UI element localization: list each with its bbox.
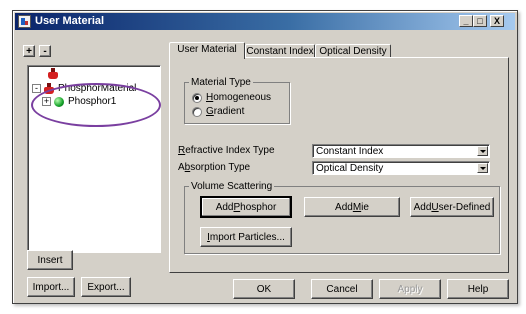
gradient-radio[interactable] <box>192 107 202 117</box>
cancel-button[interactable]: Cancel <box>311 279 373 299</box>
collapse-all-button[interactable]: - <box>39 45 51 57</box>
insert-button[interactable]: Insert <box>27 250 73 270</box>
maximize-button[interactable]: □ <box>473 15 487 27</box>
close-button[interactable]: X <box>490 15 504 27</box>
title-bar[interactable]: User Material _ □ X <box>15 13 515 30</box>
gradient-label[interactable]: Gradient <box>206 106 244 118</box>
tree-collapse-toggle[interactable]: - <box>32 84 41 93</box>
absorption-type-select[interactable]: Optical Density <box>312 161 490 175</box>
ok-button[interactable]: OK <box>233 279 295 299</box>
add-phosphor-button[interactable]: Add Phosphor <box>200 196 292 218</box>
minimize-button[interactable]: _ <box>459 15 473 27</box>
expand-all-button[interactable]: + <box>23 45 35 57</box>
flask-icon <box>48 68 58 79</box>
help-button[interactable]: Help <box>447 279 509 299</box>
material-type-group-label: Material Type <box>189 77 253 88</box>
window-title: User Material <box>35 15 105 27</box>
add-mie-button[interactable]: Add Mie <box>304 197 400 217</box>
tab-constant-index[interactable]: Constant Index <box>245 44 315 58</box>
user-material-dialog: User Material _ □ X + - - PhosphorMateri… <box>12 10 518 304</box>
highlight-ellipse-annotation <box>31 83 161 127</box>
absorption-type-label: Absorption Type <box>178 162 251 173</box>
app-icon <box>18 15 31 28</box>
tab-user-material[interactable]: User Material <box>169 42 245 59</box>
chevron-down-icon[interactable] <box>477 163 488 173</box>
refractive-index-type-value: Constant Index <box>316 146 384 157</box>
tab-optical-density[interactable]: Optical Density <box>315 44 391 58</box>
volume-scattering-group-label: Volume Scattering <box>189 181 275 192</box>
homogeneous-radio[interactable] <box>192 93 202 103</box>
refractive-index-type-label: Refractive Index Type <box>178 145 275 156</box>
refractive-index-type-select[interactable]: Constant Index <box>312 144 490 158</box>
homogeneous-label[interactable]: Homogeneous <box>206 92 271 104</box>
chevron-down-icon[interactable] <box>477 146 488 156</box>
apply-button[interactable]: Apply <box>379 279 441 299</box>
import-button[interactable]: Import... <box>27 277 75 297</box>
export-button[interactable]: Export... <box>81 277 131 297</box>
tab-panel-user-material: Material Type Homogeneous Gradient Refra… <box>169 57 509 273</box>
add-user-defined-button[interactable]: Add User-Defined <box>410 197 494 217</box>
absorption-type-value: Optical Density <box>316 163 384 174</box>
import-particles-button[interactable]: Import Particles... <box>200 227 292 247</box>
